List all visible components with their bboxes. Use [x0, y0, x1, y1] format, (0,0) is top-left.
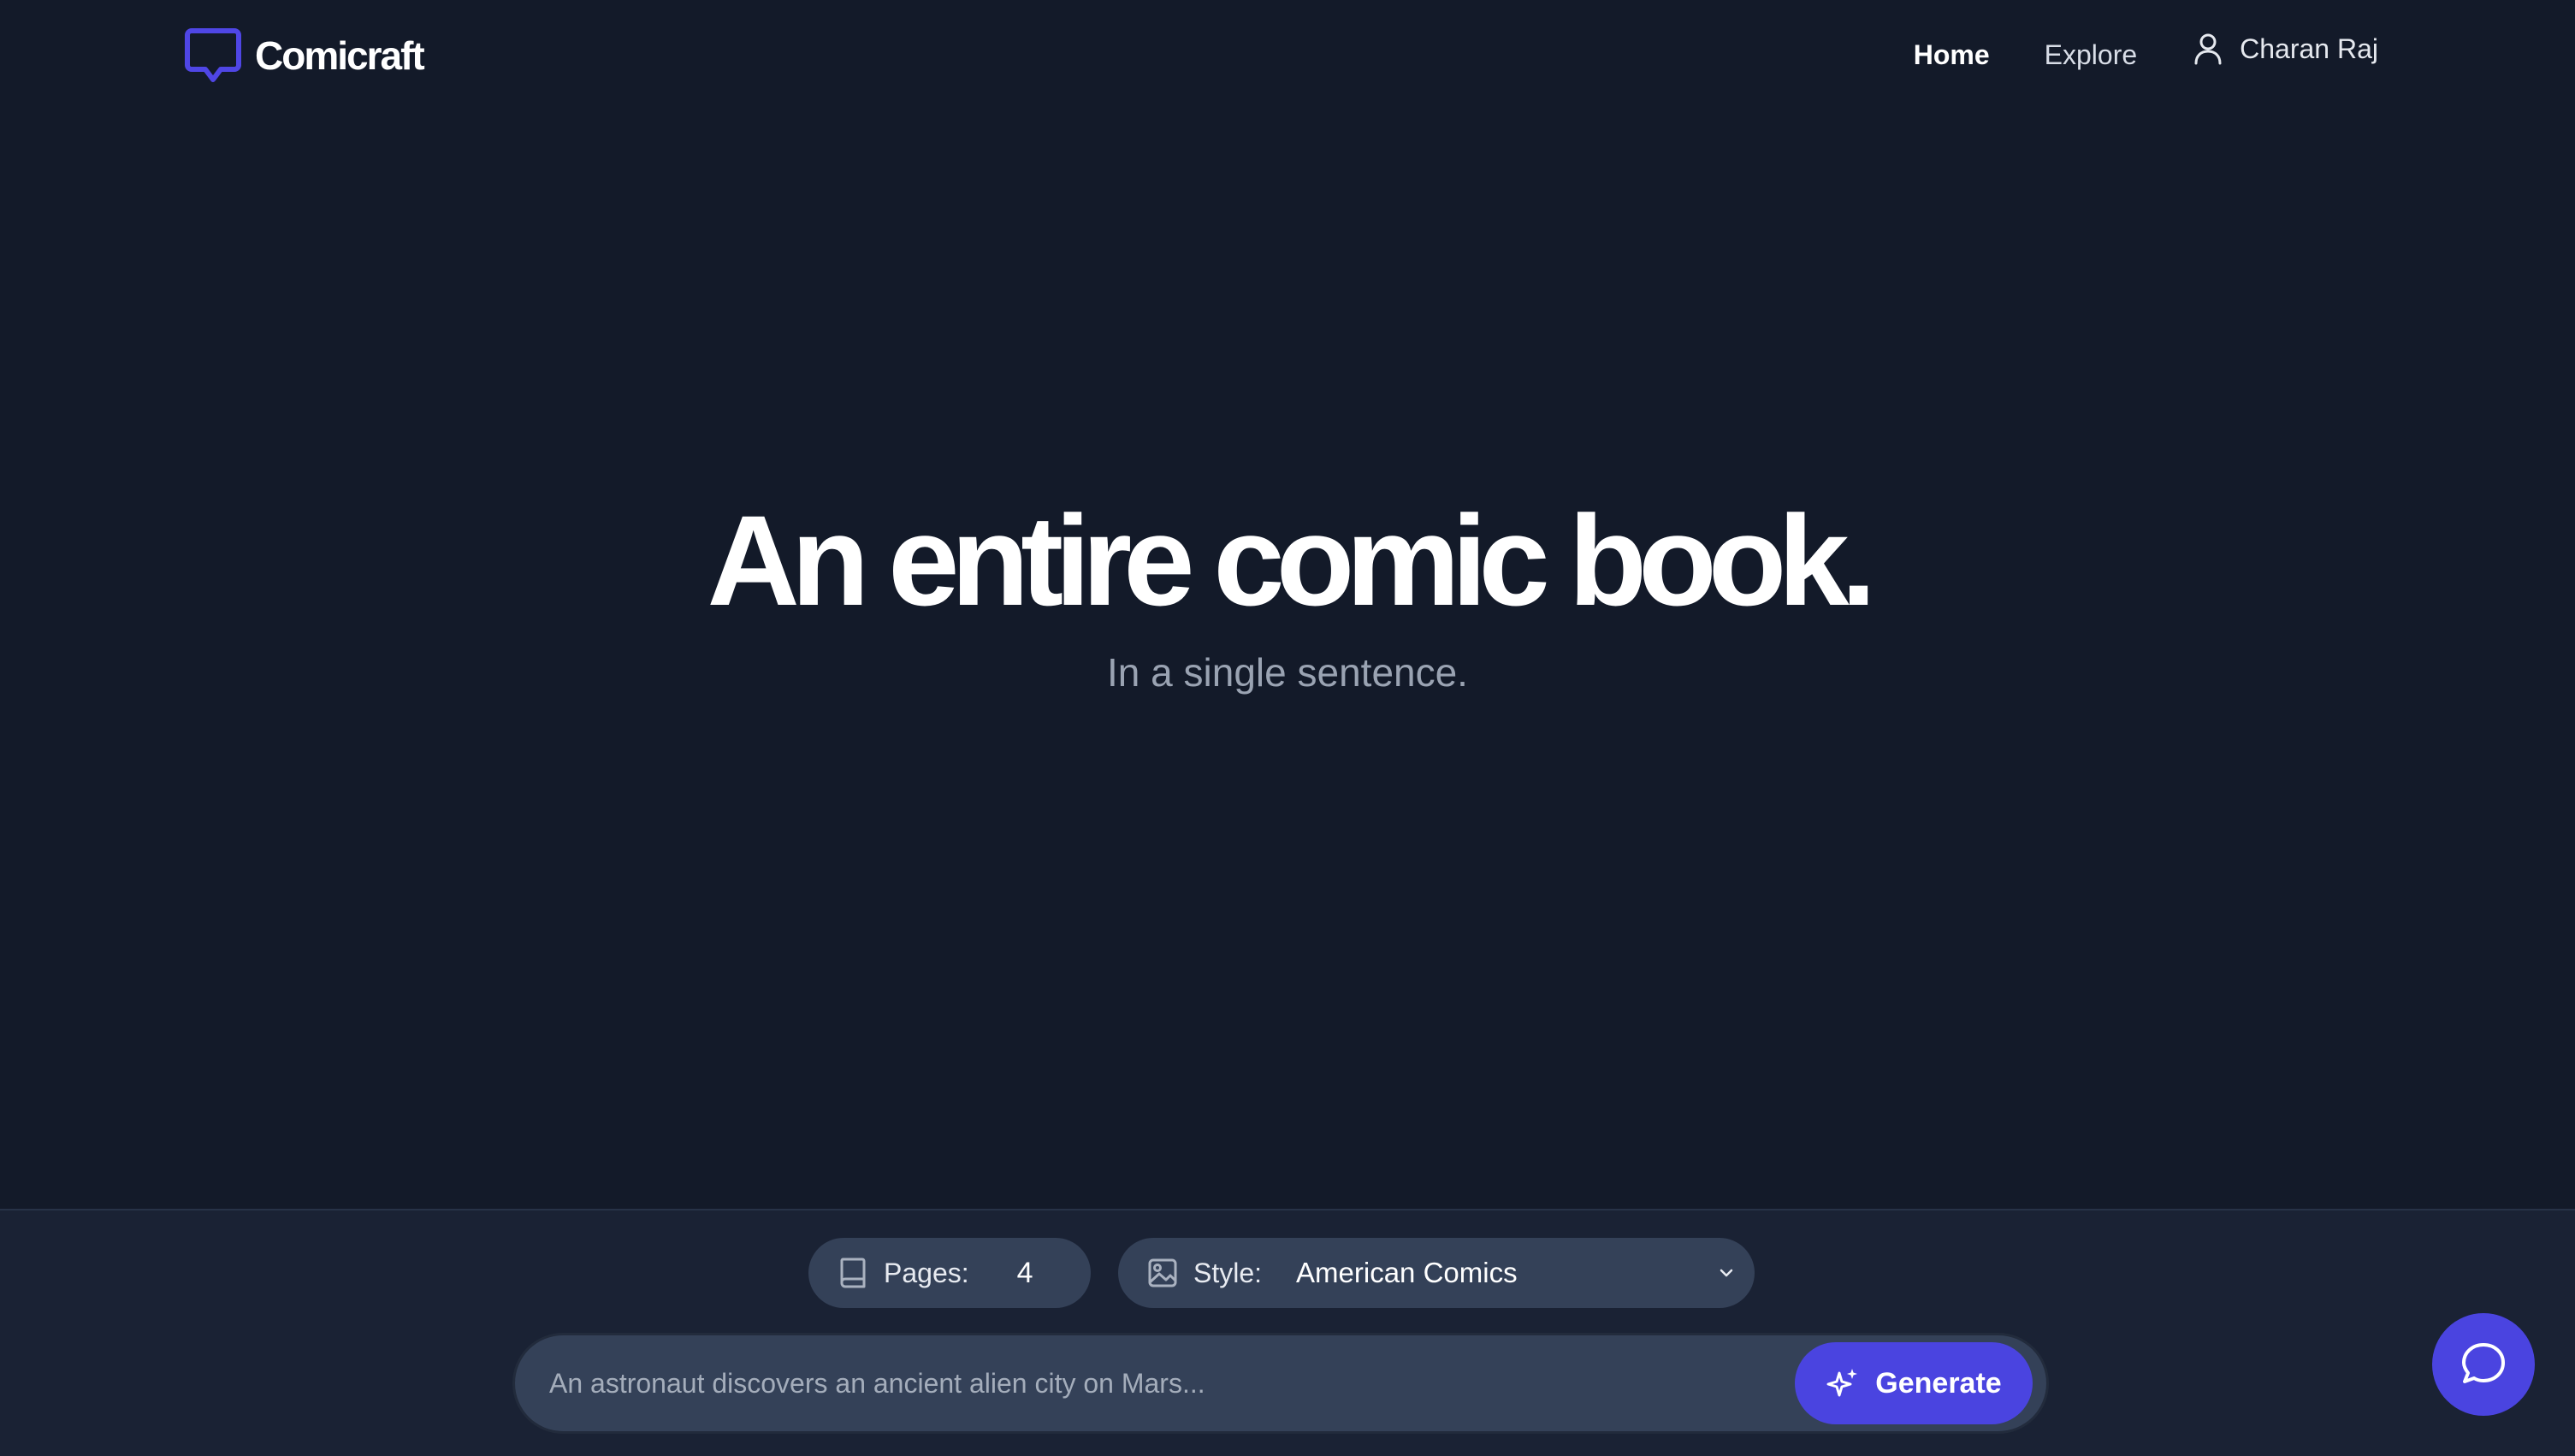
chat-button[interactable]	[2432, 1313, 2535, 1416]
speech-bubble-icon	[185, 28, 241, 82]
image-icon	[1148, 1258, 1177, 1287]
main-nav: Home Explore Charan Raj	[1859, 31, 2378, 79]
story-prompt-input[interactable]	[548, 1335, 1702, 1431]
sparkle-icon	[1826, 1369, 1858, 1397]
composer-bar: Pages: 4 Style: American Comics Generate	[0, 1209, 2575, 1456]
nav-explore-link[interactable]: Explore	[2045, 39, 2138, 71]
generate-button[interactable]: Generate	[1795, 1342, 2033, 1424]
pages-selector[interactable]: Pages: 4	[808, 1238, 1091, 1308]
generate-label: Generate	[1875, 1366, 2002, 1400]
book-icon	[840, 1258, 866, 1288]
nav-home-link[interactable]: Home	[1914, 39, 1990, 71]
user-profile-link[interactable]: Charan Raj	[2193, 33, 2378, 65]
pages-value[interactable]: 4	[1017, 1257, 1033, 1290]
style-dropdown[interactable]: Style: American Comics	[1118, 1238, 1755, 1308]
prompt-box: Generate	[515, 1335, 2046, 1431]
chat-bubble-icon	[2462, 1343, 2505, 1383]
chevron-down-icon	[1720, 1269, 1733, 1277]
hero-section: An entire comic book. In a single senten…	[0, 479, 2575, 698]
pages-label: Pages:	[884, 1257, 969, 1288]
comic-options: Pages: 4 Style: American Comics	[0, 1238, 2575, 1308]
top-nav-bar: Comicraft Home Explore Charan Raj	[0, 0, 2575, 111]
brand-name: Comicraft	[255, 33, 425, 78]
hero-subtitle: In a single sentence.	[1107, 650, 1468, 695]
style-label: Style:	[1193, 1257, 1263, 1288]
style-value: American Comics	[1296, 1257, 1518, 1288]
user-name: Charan Raj	[2240, 33, 2378, 64]
user-icon	[2194, 33, 2222, 65]
hero-title: An entire comic book.	[707, 488, 1877, 632]
brand-logo-link[interactable]: Comicraft	[185, 26, 425, 86]
